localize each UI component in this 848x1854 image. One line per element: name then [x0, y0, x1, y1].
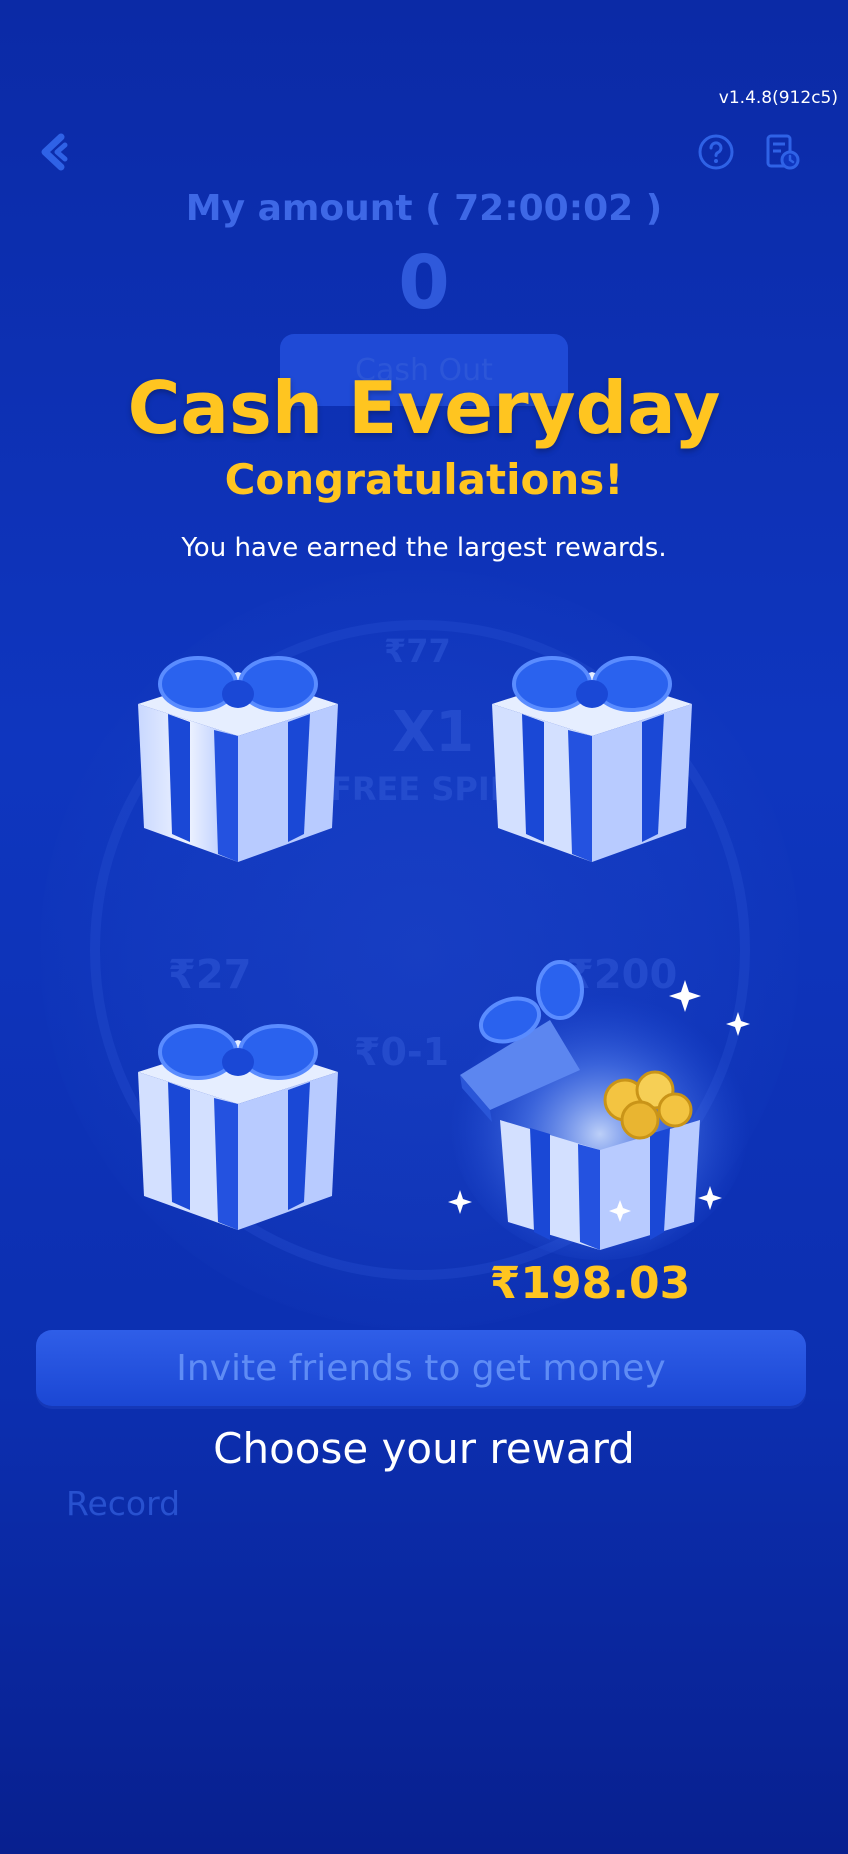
wheel-label-77: ₹77 — [384, 632, 451, 670]
gift-box-icon[interactable] — [118, 1000, 358, 1240]
background-page: ₹77 X1 FREE SPIN ₹27 ₹200 ₹0-1 My amount… — [0, 0, 848, 1854]
wheel-label-0-1: ₹0-1 — [354, 1030, 450, 1074]
back-button[interactable] — [32, 128, 80, 176]
record-link[interactable]: Record — [66, 1484, 180, 1523]
amount-value: 0 — [398, 240, 450, 326]
version-label: v1.4.8(912c5) — [718, 88, 838, 108]
help-icon — [698, 134, 734, 170]
my-amount-label: My amount ( 72:00:02 ) — [185, 188, 663, 229]
help-button[interactable] — [692, 128, 740, 176]
back-arrow-icon — [41, 133, 68, 171]
record-button[interactable] — [758, 128, 806, 176]
overlay-description: You have earned the largest rewards. — [181, 533, 667, 563]
overlay-title: Cash Everyday — [127, 366, 721, 450]
record-document-icon — [766, 134, 800, 170]
gift-box-icon[interactable] — [472, 632, 712, 872]
overlay-subtitle: Congratulations! — [224, 455, 624, 504]
wheel-label-27: ₹27 — [168, 952, 252, 998]
invite-friends-button[interactable]: Invite friends to get money — [36, 1330, 806, 1406]
prize-amount: ₹198.03 — [489, 1258, 691, 1309]
gift-box-icon[interactable] — [118, 632, 358, 872]
wheel-label-x1: X1 — [392, 700, 475, 765]
opened-gift-box-icon — [448, 960, 750, 1260]
choose-reward-text: Choose your reward — [213, 1424, 635, 1473]
